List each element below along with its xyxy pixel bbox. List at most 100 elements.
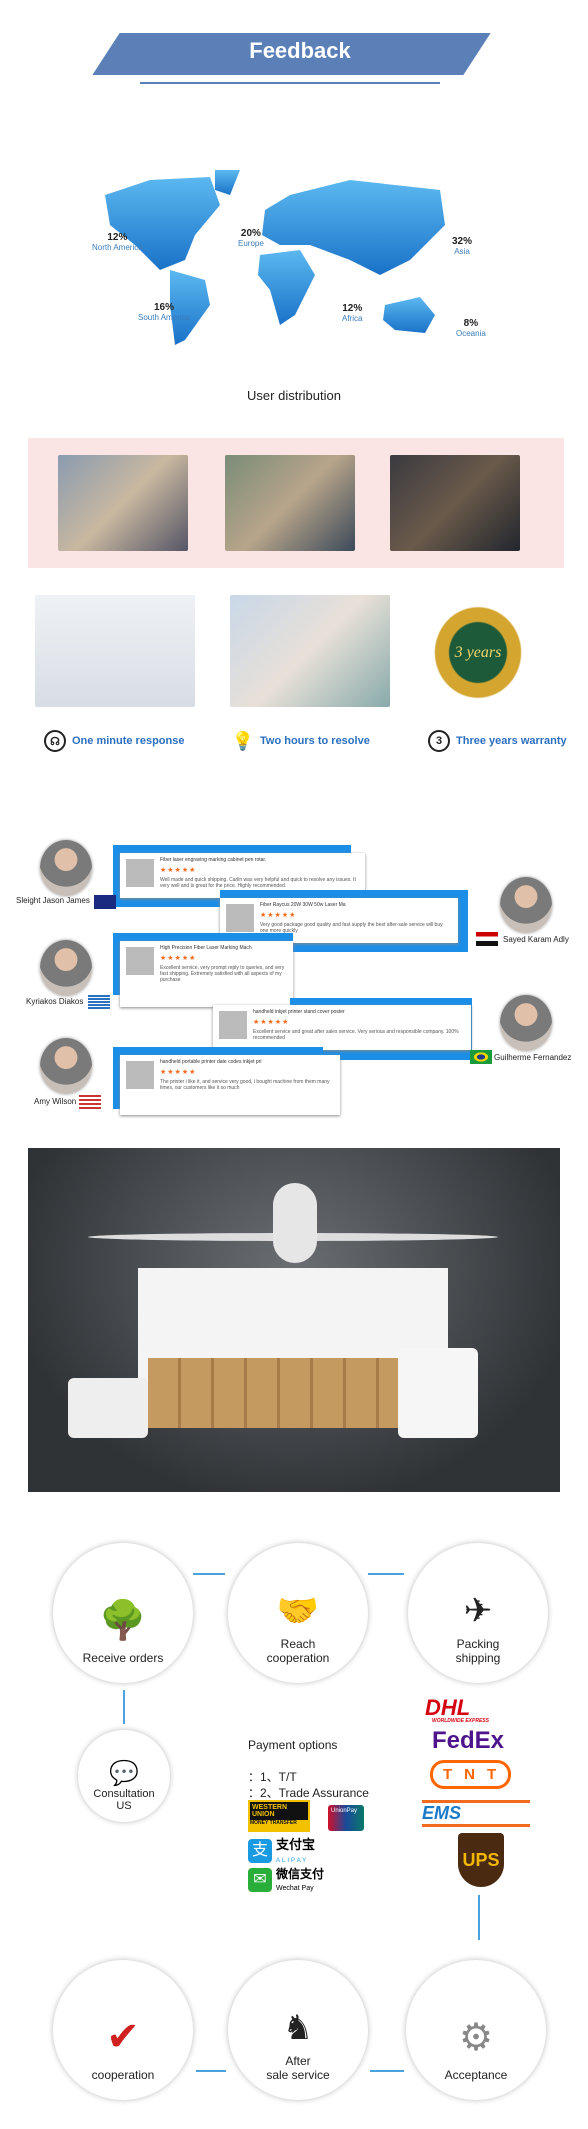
- avatar: [500, 877, 552, 933]
- wechat-pay-logo: ✉ 微信支付 Wechat Pay: [248, 1868, 324, 1892]
- arrow-up-icon: [123, 1690, 125, 1724]
- region-name: Oceania: [456, 329, 486, 338]
- star-rating: ★★★★★: [253, 1019, 290, 1026]
- step-reach-cooperation: 🤝 Reach cooperation: [228, 1543, 368, 1683]
- region-north-america: 12% North America: [92, 232, 143, 252]
- tnt-logo: TNT: [430, 1760, 512, 1789]
- ems-logo: EMS: [422, 1800, 530, 1827]
- customer-photo: [225, 455, 355, 551]
- unionpay-logo: UnionPay: [328, 1805, 364, 1831]
- product-thumbnail: [226, 904, 254, 932]
- north-america-shape: [105, 177, 220, 270]
- van: [68, 1378, 148, 1438]
- egypt-flag-icon: [476, 932, 498, 946]
- headset-icon: ☊: [44, 730, 66, 752]
- section-title: Feedback: [249, 38, 351, 63]
- western-union-logo: WESTERN UNION MONEY TRANSFER: [248, 1800, 310, 1832]
- region-name: Africa: [342, 314, 363, 323]
- star-rating: ★★★★★: [160, 867, 197, 874]
- reviewer-name: Sleight Jason James: [16, 896, 90, 905]
- cargo-boxes: [148, 1358, 398, 1428]
- warranty-badge: 3 years: [428, 600, 528, 705]
- star-rating: ★★★★★: [160, 955, 197, 962]
- region-pct: 16%: [154, 302, 175, 313]
- region-name: North America: [92, 243, 143, 252]
- star-rating: ★★★★★: [260, 912, 297, 919]
- greenland-shape: [215, 170, 240, 195]
- gear-icon: ⚙: [458, 2017, 494, 2059]
- review-card: handheld inkjet printer stand cover post…: [213, 1005, 471, 1050]
- payment-option: ：1、T/T: [248, 1770, 297, 1784]
- review-card: handheld portable printer date codes ink…: [120, 1055, 340, 1115]
- alipay-logo: 支支付宝 ALIPAY: [248, 1838, 315, 1864]
- region-pct: 12%: [342, 303, 363, 314]
- region-name: Asia: [454, 247, 470, 256]
- avatar: [40, 1038, 92, 1094]
- reviewer-name: Amy Wilson: [34, 1097, 77, 1106]
- shield-icon: 3: [428, 730, 450, 752]
- region-pct: 12%: [107, 232, 128, 243]
- arrow-right-icon: [193, 1573, 225, 1575]
- product-thumbnail: [126, 859, 154, 887]
- ups-logo: UPS: [458, 1833, 504, 1887]
- customer-photo: [390, 455, 520, 551]
- reviewer-name: Kyriakos Diakos: [26, 997, 84, 1006]
- review-card: High Precision Fiber Laser Marking Mach ★…: [120, 941, 293, 1007]
- brazil-flag-icon: [470, 1050, 492, 1064]
- logistics-photo: [28, 1148, 560, 1492]
- customer-photo: [58, 455, 188, 551]
- avatar: [40, 940, 92, 996]
- region-europe: 20% Europe: [238, 228, 264, 248]
- step-after-sale: ♞ After sale service: [228, 1960, 368, 2100]
- product-thumbnail: [126, 1061, 154, 1089]
- airplane: [273, 1183, 317, 1263]
- avatar: [500, 995, 552, 1051]
- fedex-logo: FedEx: [432, 1727, 505, 1754]
- usa-flag-icon: [79, 1095, 101, 1109]
- payment-title: Payment options: [248, 1738, 338, 1752]
- service-three-years: 3 Three years warranty: [428, 730, 567, 752]
- step-cooperation: ✔ cooperation: [53, 1960, 193, 2100]
- wechat-icon: ✉: [248, 1868, 272, 1892]
- chat-icon: 💬: [109, 1760, 139, 1787]
- step-consultation: 💬 Consultation US: [78, 1730, 170, 1822]
- tree-icon: 🌳: [99, 1600, 147, 1642]
- region-name: Europe: [238, 239, 264, 248]
- step-receive-orders: 🌳 Receive orders: [53, 1543, 193, 1683]
- australia-shape: [383, 297, 435, 333]
- arrow-left-icon: [370, 2070, 404, 2072]
- region-asia: 32% Asia: [452, 236, 472, 256]
- dhl-tagline: WORLDWIDE EXPRESS: [432, 1718, 489, 1724]
- product-thumbnail: [126, 947, 154, 975]
- greece-flag-icon: [88, 995, 110, 1009]
- reviewer-name: Sayed Karam Adly: [503, 935, 569, 944]
- alipay-icon: 支: [248, 1839, 272, 1863]
- checkmark-icon: ✔: [106, 2015, 140, 2059]
- arrow-right-icon: [368, 1573, 404, 1575]
- handshake-icon: 🤝: [276, 1592, 320, 1630]
- service-one-minute: ☊ One minute response: [44, 730, 184, 752]
- region-south-america: 16% South America: [138, 302, 190, 322]
- region-pct: 8%: [463, 318, 479, 329]
- handshake-photo: [230, 595, 390, 707]
- service-label: Three years warranty: [456, 735, 567, 747]
- arrow-down-icon: [478, 1895, 480, 1940]
- lightbulb-icon: 💡: [231, 730, 255, 751]
- support-agent-photo: [35, 595, 195, 707]
- reviewer-name: Guilherme Fernandez: [494, 1053, 572, 1062]
- map-caption: User distribution: [247, 388, 341, 403]
- region-name: South America: [138, 313, 191, 322]
- region-pct: 20%: [240, 228, 261, 239]
- banner-underline: [140, 82, 440, 84]
- star-rating: ★★★★★: [160, 1069, 197, 1076]
- knight-icon: ♞: [282, 2009, 314, 2047]
- airplane-icon: ✈: [463, 1592, 493, 1630]
- product-thumbnail: [219, 1011, 247, 1039]
- region-africa: 12% Africa: [342, 303, 362, 323]
- arrow-left-icon: [196, 2070, 226, 2072]
- australia-flag-icon: [94, 895, 116, 909]
- avatar: [40, 840, 92, 896]
- world-map: [105, 170, 445, 345]
- step-packing-shipping: ✈ Packing shipping: [408, 1543, 548, 1683]
- africa-shape: [258, 250, 315, 325]
